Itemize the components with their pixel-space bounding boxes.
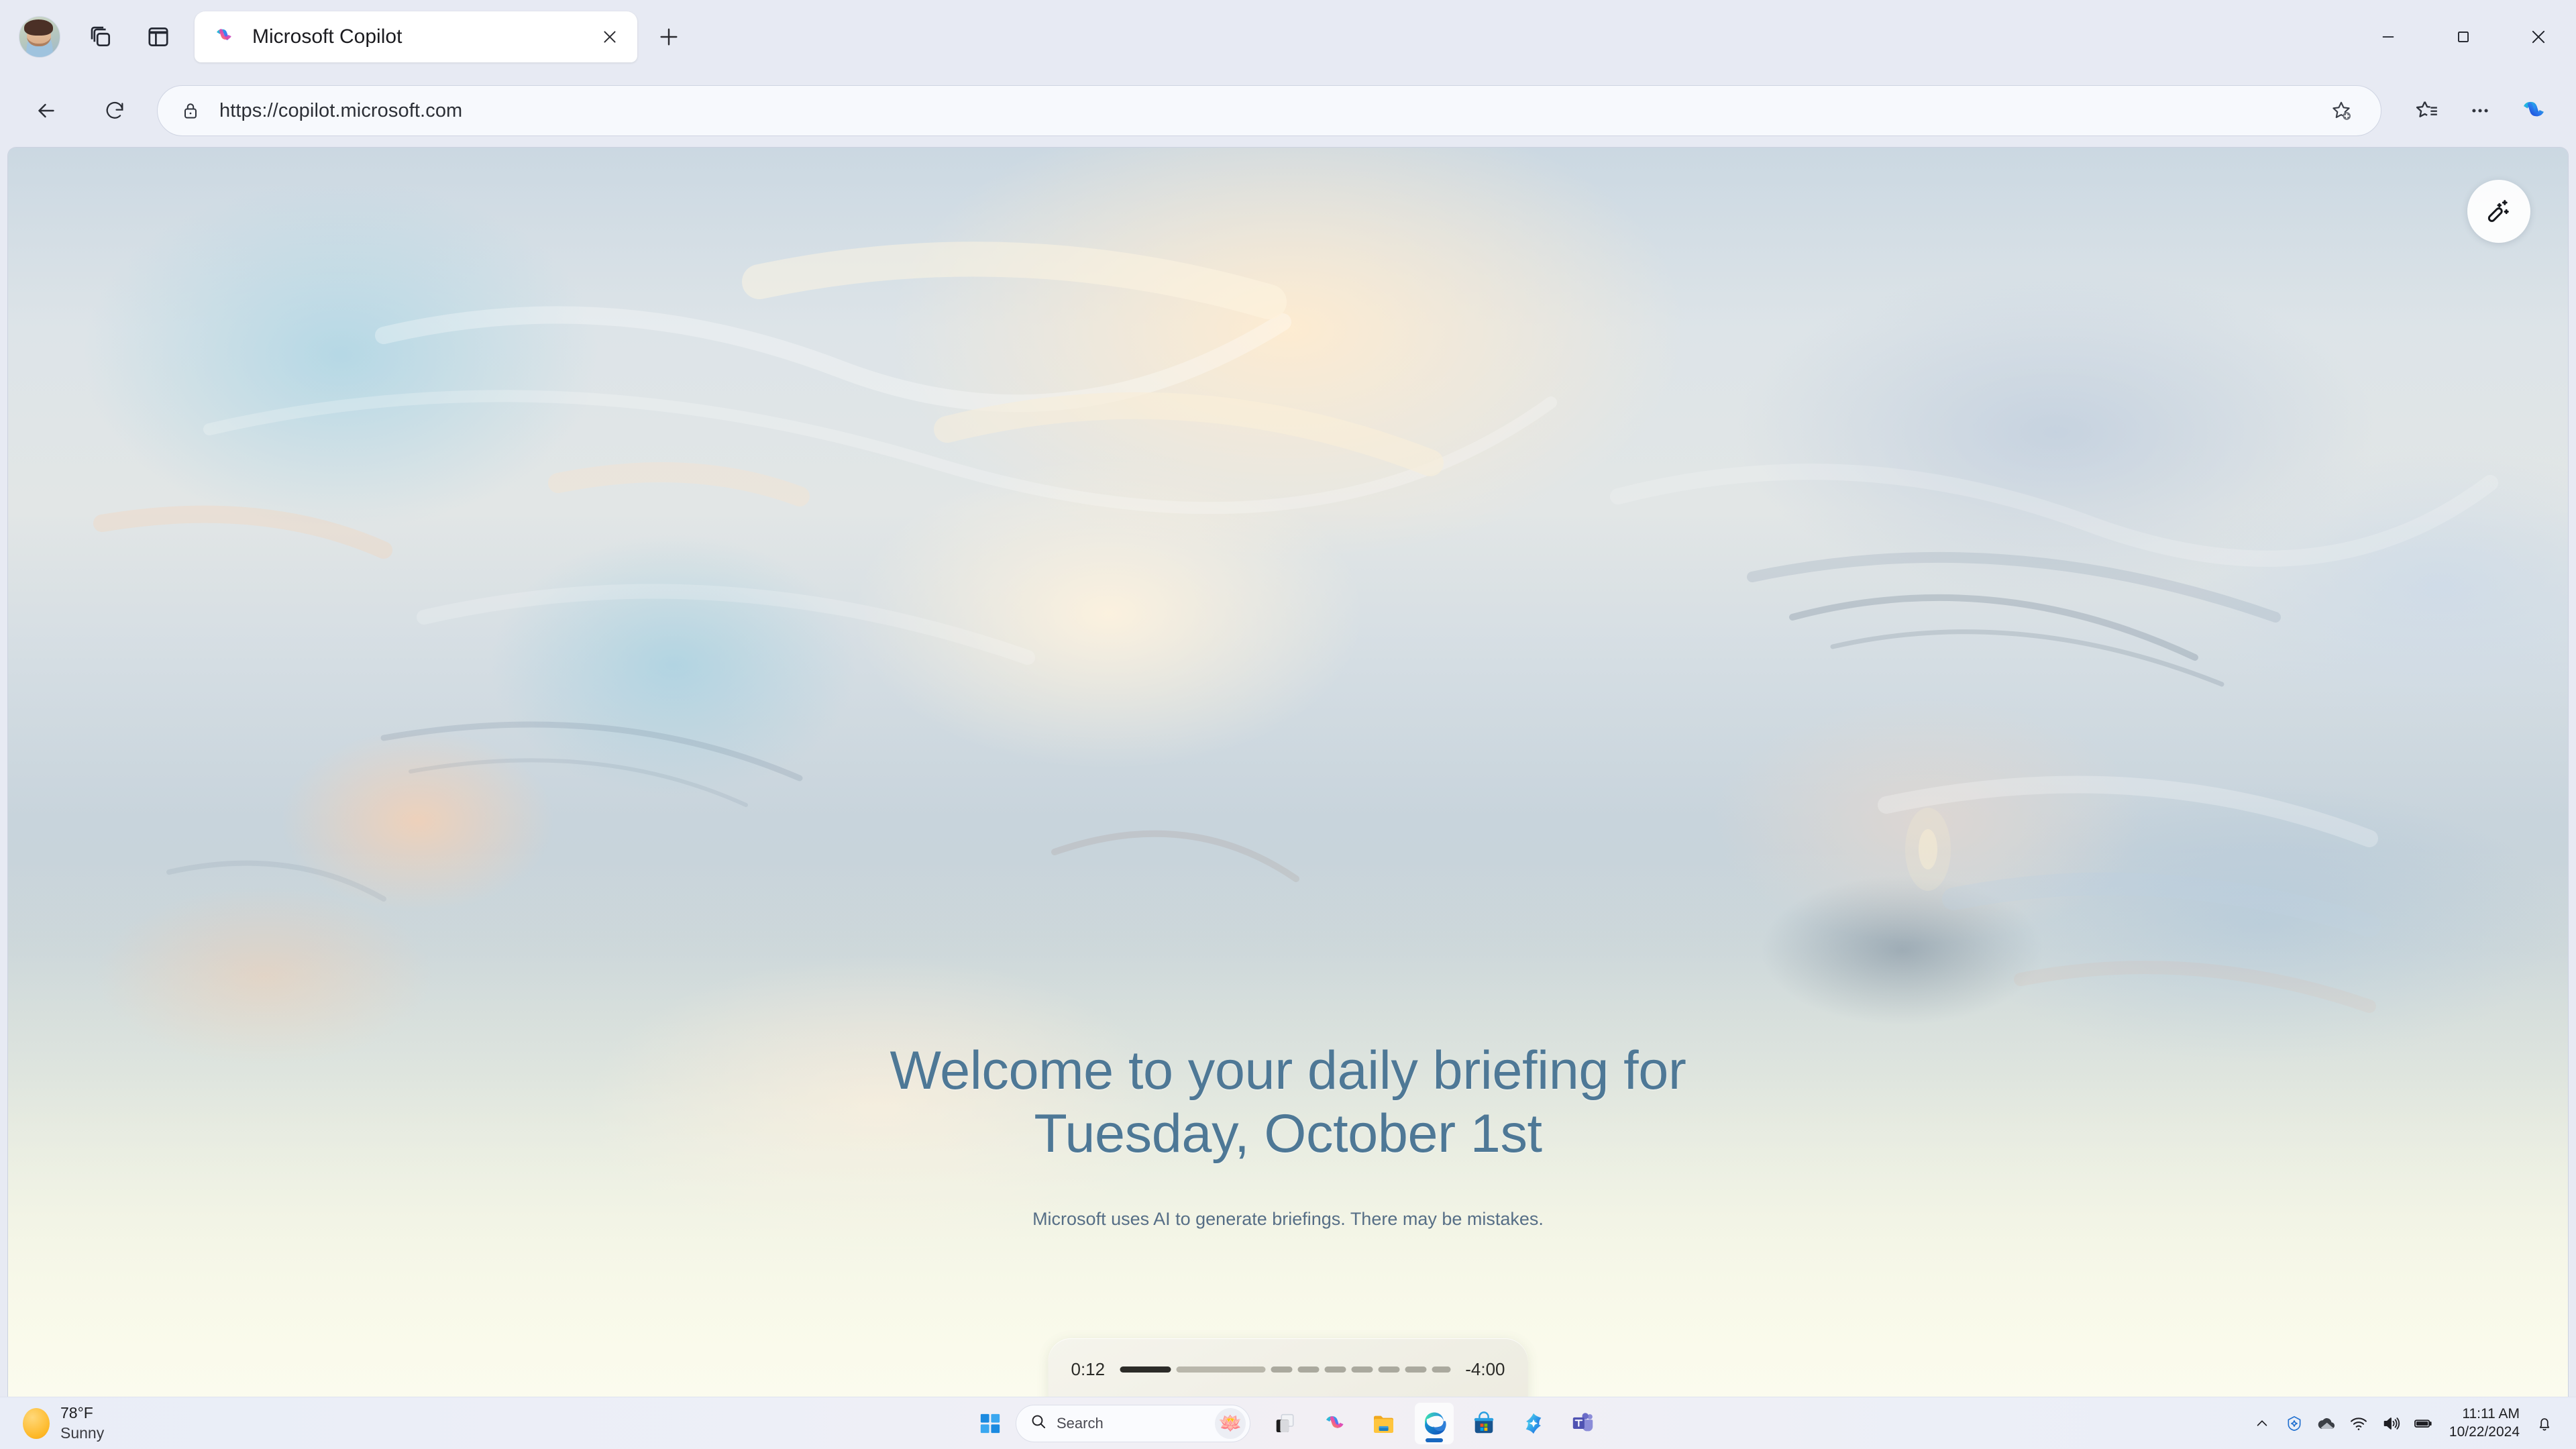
progress-chapter-2 [1297, 1366, 1320, 1373]
minimize-icon[interactable] [2351, 0, 2426, 74]
taskbar-app-microsoft-teams[interactable] [1564, 1403, 1603, 1444]
start-button[interactable] [971, 1405, 1009, 1442]
window-controls [2351, 0, 2576, 74]
browser-window: Microsoft Copilot https://copilot.micros… [0, 0, 2576, 1449]
add-favorite-star-icon[interactable] [2316, 86, 2366, 136]
address-bar-text[interactable]: https://copilot.microsoft.com [219, 100, 2316, 122]
progress-chapter-7 [1432, 1366, 1451, 1373]
taskbar-app-copilot[interactable] [1316, 1403, 1354, 1444]
weather-text: 78°F Sunny [60, 1403, 104, 1443]
refresh-icon[interactable] [89, 85, 141, 137]
windows-taskbar: 78°F Sunny Search 🪷 11:11 AM 10/22/2024 [0, 1397, 2576, 1449]
cloud-icon[interactable] [2311, 1406, 2342, 1441]
volume-icon[interactable] [2375, 1406, 2406, 1441]
progress-remaining [1176, 1366, 1266, 1373]
player-progress-row: 0:12 -4:00 [1071, 1356, 1505, 1383]
elapsed-time: 0:12 [1071, 1358, 1106, 1379]
weather-temperature: 78°F [60, 1404, 93, 1422]
taskbar-weather-widget[interactable]: 78°F Sunny [0, 1403, 104, 1443]
chevron-up-icon[interactable] [2247, 1406, 2277, 1441]
sun-icon [23, 1407, 50, 1439]
taskbar-search-box[interactable]: Search 🪷 [1016, 1404, 1250, 1442]
search-highlight-icon[interactable]: 🪷 [1215, 1407, 1246, 1439]
taskbar-app-task-view[interactable] [1266, 1403, 1305, 1444]
page-viewport: Welcome to your daily briefing for Tuesd… [8, 148, 2568, 1442]
navigation-toolbar: https://copilot.microsoft.com [0, 74, 2576, 148]
new-tab-button[interactable] [647, 15, 691, 59]
taskbar-app-microsoft-edge[interactable] [1415, 1402, 1454, 1444]
progress-chapter-4 [1351, 1366, 1373, 1373]
taskbar-app-file-explorer[interactable] [1365, 1403, 1404, 1444]
clock-date: 10/22/2024 [2449, 1424, 2520, 1440]
search-icon [1030, 1413, 1047, 1434]
taskbar-app-designer[interactable] [1514, 1403, 1553, 1444]
battery-icon[interactable] [2408, 1406, 2438, 1441]
split-screen-icon[interactable] [134, 13, 182, 61]
profile-avatar[interactable] [19, 16, 60, 58]
magic-wand-icon[interactable] [2467, 180, 2530, 243]
tab-groups-icon[interactable] [76, 13, 125, 61]
copilot-favicon [211, 23, 237, 50]
taskbar-system-tray: 11:11 AM 10/22/2024 [2247, 1405, 2560, 1441]
tab-title: Microsoft Copilot [252, 25, 402, 48]
lock-icon [180, 101, 201, 121]
address-bar-actions [2316, 86, 2366, 136]
weather-condition: Sunny [60, 1424, 105, 1442]
back-arrow-icon[interactable] [20, 85, 72, 137]
progress-bar[interactable] [1120, 1365, 1451, 1373]
search-placeholder: Search [1057, 1414, 1104, 1432]
address-bar[interactable]: https://copilot.microsoft.com [157, 85, 2381, 136]
security-icon[interactable] [2279, 1406, 2310, 1441]
browser-tab[interactable]: Microsoft Copilot [195, 11, 637, 62]
progress-chapter-5 [1378, 1366, 1400, 1373]
taskbar-center: Search 🪷 [971, 1402, 1605, 1444]
progress-chapter-3 [1324, 1366, 1346, 1373]
remaining-time: -4:00 [1465, 1358, 1505, 1379]
tab-close-button[interactable] [594, 21, 625, 52]
close-icon[interactable] [2501, 0, 2576, 74]
progress-chapter-6 [1405, 1366, 1427, 1373]
wifi-icon[interactable] [2343, 1406, 2374, 1441]
background-streaks [93, 241, 2498, 1013]
maximize-icon[interactable] [2426, 0, 2501, 74]
taskbar-clock[interactable]: 11:11 AM 10/22/2024 [2449, 1405, 2520, 1441]
tab-strip: Microsoft Copilot [0, 0, 2576, 74]
taskbar-app-microsoft-store[interactable] [1464, 1403, 1503, 1444]
favorites-list-icon[interactable] [2402, 86, 2451, 136]
copilot-sidebar-icon[interactable] [2509, 86, 2559, 136]
more-options-icon[interactable] [2455, 86, 2505, 136]
progress-elapsed [1120, 1366, 1171, 1373]
clock-time: 11:11 AM [2462, 1406, 2520, 1422]
bell-icon[interactable] [2529, 1406, 2560, 1441]
progress-chapter-1 [1271, 1366, 1293, 1373]
